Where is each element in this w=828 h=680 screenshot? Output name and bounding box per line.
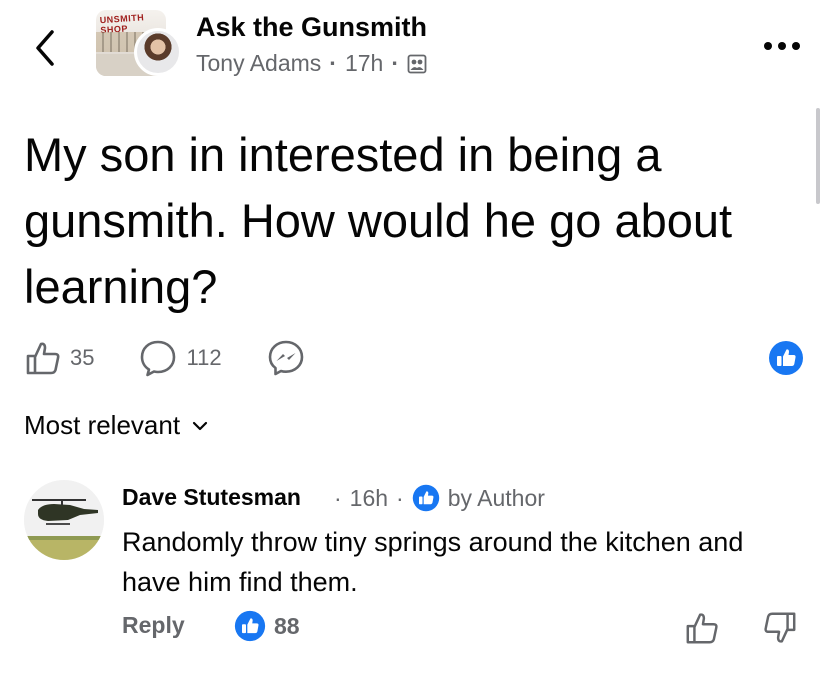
group-name[interactable]: Ask the Gunsmith — [196, 12, 427, 43]
author-avatar[interactable] — [134, 28, 182, 76]
messenger-share-button[interactable] — [266, 338, 306, 378]
comment-reactions[interactable]: 88 — [234, 610, 300, 642]
post-text: My son in interested in being a gunsmith… — [24, 128, 733, 313]
meta-separator-2: · — [391, 50, 400, 76]
comment-count: 112 — [186, 345, 222, 370]
comment-meta: · 16h · by Author — [334, 484, 545, 512]
like-badge-icon — [412, 484, 439, 512]
back-chevron-icon — [36, 30, 54, 66]
comment-dislike-button[interactable] — [762, 610, 798, 646]
comment-sort-dropdown[interactable]: Most relevant — [24, 410, 208, 441]
post-time[interactable]: 17h — [345, 50, 383, 77]
sort-label: Most relevant — [24, 410, 181, 440]
dislike-outline-icon — [764, 612, 796, 643]
more-dots-icon — [764, 42, 800, 50]
meta-separator: · — [329, 50, 337, 76]
reply-button[interactable]: Reply — [122, 612, 185, 639]
group-icon — [407, 54, 427, 73]
commenter-avatar[interactable] — [24, 480, 104, 560]
comment-text: Randomly throw tiny springs around the k… — [122, 527, 744, 597]
author-name[interactable]: Tony Adams — [196, 50, 321, 77]
like-badge-icon — [234, 610, 266, 642]
commenter-name[interactable]: Dave Stutesman — [122, 484, 301, 511]
post-meta: Tony Adams · 17h · — [196, 50, 427, 77]
back-button[interactable] — [26, 24, 66, 72]
comment-like-button[interactable] — [684, 610, 720, 646]
like-outline-icon — [26, 342, 60, 375]
like-badge-icon[interactable] — [768, 340, 804, 376]
scrollbar[interactable] — [816, 108, 820, 204]
like-outline-icon — [686, 613, 718, 644]
post-actions: 35 112 — [24, 336, 350, 380]
chevron-down-icon — [192, 421, 208, 430]
like-button[interactable]: 35 — [24, 339, 94, 377]
comment-meta-separator: · — [334, 484, 342, 511]
author-liked-badge: by Author — [447, 484, 545, 511]
comment-meta-separator-2: · — [396, 484, 404, 511]
comment-icon — [141, 340, 176, 377]
messenger-icon — [268, 340, 303, 376]
comment-reaction-count: 88 — [274, 612, 300, 639]
more-options-button[interactable] — [760, 32, 804, 60]
comment-time[interactable]: 16h — [350, 485, 388, 512]
like-count: 35 — [70, 345, 95, 370]
comment-button[interactable]: 112 — [138, 338, 222, 378]
helicopter-image — [24, 480, 104, 560]
